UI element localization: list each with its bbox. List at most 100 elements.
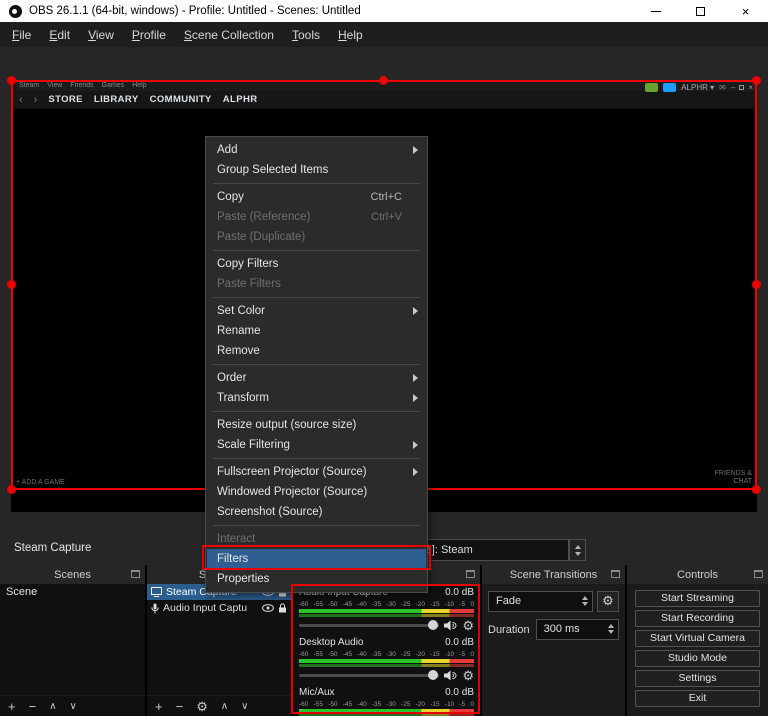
volume-meter [299, 709, 474, 713]
transitions-dock-header[interactable]: Scene Transitions [482, 565, 625, 584]
db-tick: -25 [401, 701, 410, 708]
scenes-dock-header[interactable]: Scenes [0, 565, 145, 584]
obs-window: OBS 26.1.1 (64-bit, windows) - Profile: … [0, 0, 768, 716]
menu-edit[interactable]: Edit [40, 25, 79, 45]
speaker-icon[interactable] [444, 620, 457, 631]
db-tick: -55 [314, 601, 323, 608]
menu-separator [213, 297, 420, 298]
context-menu-item-order[interactable]: Order [207, 368, 426, 388]
menu-tools[interactable]: Tools [283, 25, 329, 45]
db-tick: -50 [328, 651, 337, 658]
db-tick: -35 [372, 651, 381, 658]
volume-slider-handle[interactable] [428, 620, 438, 630]
microphone-icon [151, 603, 159, 614]
volume-slider-handle[interactable] [428, 670, 438, 680]
maximize-button[interactable] [678, 0, 723, 22]
context-menu-item-resize-output[interactable]: Resize output (source size) [207, 415, 426, 435]
combo-arrows-icon [582, 596, 588, 606]
volume-slider[interactable] [299, 674, 439, 677]
context-menu-item-filters[interactable]: Filters [207, 549, 426, 569]
spinner-arrows-icon [608, 624, 614, 634]
db-tick: -10 [445, 601, 454, 608]
context-menu-item-windowed-projector[interactable]: Windowed Projector (Source) [207, 482, 426, 502]
dock-float-icon[interactable] [131, 570, 140, 578]
source-name-label: Steam Capture [14, 542, 91, 554]
controls-dock: Controls Start Streaming Start Recording… [627, 565, 768, 716]
context-menu-item-remove[interactable]: Remove [207, 341, 426, 361]
dock-float-icon[interactable] [754, 570, 763, 578]
duration-input[interactable]: 300 ms [536, 619, 619, 640]
title-bar[interactable]: OBS 26.1.1 (64-bit, windows) - Profile: … [0, 0, 768, 22]
channel-name: Desktop Audio [299, 637, 364, 650]
spinner-down-icon [575, 552, 581, 556]
scenes-dock: Scenes Scene + − ∧ ∨ [0, 565, 145, 716]
context-menu-item-copy-filters[interactable]: Copy Filters [207, 254, 426, 274]
transition-gear-button[interactable]: ⚙ [597, 591, 619, 612]
db-tick: -40 [357, 651, 366, 658]
menu-view[interactable]: View [79, 25, 123, 45]
studio-mode-button[interactable]: Studio Mode [635, 650, 760, 667]
db-tick: -40 [357, 601, 366, 608]
move-source-down-button[interactable]: ∨ [241, 696, 248, 716]
menu-help[interactable]: Help [329, 25, 372, 45]
visibility-eye-icon[interactable] [262, 604, 274, 612]
exit-button[interactable]: Exit [635, 690, 760, 707]
add-scene-button[interactable]: + [8, 696, 16, 716]
lock-icon[interactable] [278, 603, 287, 613]
context-menu-item-add[interactable]: Add [207, 140, 426, 160]
move-scene-up-button[interactable]: ∧ [49, 696, 56, 716]
shortcut-label: Ctrl+C [371, 187, 402, 207]
db-tick: -40 [357, 701, 366, 708]
channel-gear-icon[interactable]: ⚙ [462, 669, 474, 683]
channel-gear-icon[interactable]: ⚙ [462, 619, 474, 633]
steam-account-dropdown: ALPHR ▾ [681, 83, 714, 92]
source-properties-gear-icon[interactable]: ⚙ [196, 696, 208, 716]
speaker-icon[interactable] [444, 670, 457, 681]
context-menu-item-group-selected-items[interactable]: Group Selected Items [207, 160, 426, 180]
volume-slider[interactable] [299, 624, 439, 627]
move-scene-down-button[interactable]: ∨ [70, 696, 77, 716]
menu-file[interactable]: File [3, 25, 40, 45]
db-tick: -15 [430, 651, 439, 658]
db-tick: -55 [314, 651, 323, 658]
steam-nav-library: LIBRARY [94, 94, 139, 105]
remove-source-button[interactable]: − [176, 696, 184, 716]
minimize-icon [651, 11, 661, 12]
dock-float-icon[interactable] [611, 570, 620, 578]
spinner-up-icon [575, 545, 581, 549]
context-menu-item-transform[interactable]: Transform [207, 388, 426, 408]
minimize-button[interactable] [633, 0, 678, 22]
context-menu-item-scale-filtering[interactable]: Scale Filtering [207, 435, 426, 455]
scene-list-item[interactable]: Scene [0, 584, 145, 601]
menu-scene-collection[interactable]: Scene Collection [175, 25, 283, 45]
controls-dock-header[interactable]: Controls [627, 565, 768, 584]
context-menu-item-fullscreen-projector[interactable]: Fullscreen Projector (Source) [207, 462, 426, 482]
remove-scene-button[interactable]: − [29, 696, 37, 716]
context-menu-item-properties[interactable]: Properties [207, 569, 426, 589]
dock-float-icon[interactable] [466, 570, 475, 578]
settings-button[interactable]: Settings [635, 670, 760, 687]
controls-dock-title: Controls [677, 569, 718, 581]
steam-menu-item: Friends [70, 82, 93, 89]
transition-select[interactable]: Fade [488, 591, 593, 612]
start-streaming-button[interactable]: Start Streaming [635, 590, 760, 607]
menu-separator [213, 525, 420, 526]
window-select-spinner[interactable] [569, 539, 586, 561]
menu-separator [213, 364, 420, 365]
db-tick: -35 [372, 601, 381, 608]
steam-menu-item: View [47, 82, 62, 89]
move-source-up-button[interactable]: ∧ [221, 696, 228, 716]
menu-profile[interactable]: Profile [123, 25, 175, 45]
context-menu-item-copy[interactable]: CopyCtrl+C [207, 187, 426, 207]
steam-window-controls: –× [731, 83, 753, 92]
close-button[interactable]: × [723, 0, 768, 22]
start-recording-button[interactable]: Start Recording [635, 610, 760, 627]
menu-separator [213, 183, 420, 184]
source-row-audio-input[interactable]: Audio Input Captu [147, 600, 291, 616]
add-source-button[interactable]: + [155, 696, 163, 716]
start-virtual-camera-button[interactable]: Start Virtual Camera [635, 630, 760, 647]
context-menu-item-rename[interactable]: Rename [207, 321, 426, 341]
context-menu-item-set-color[interactable]: Set Color [207, 301, 426, 321]
context-menu-item-screenshot-source[interactable]: Screenshot (Source) [207, 502, 426, 522]
maximize-icon [696, 7, 705, 16]
